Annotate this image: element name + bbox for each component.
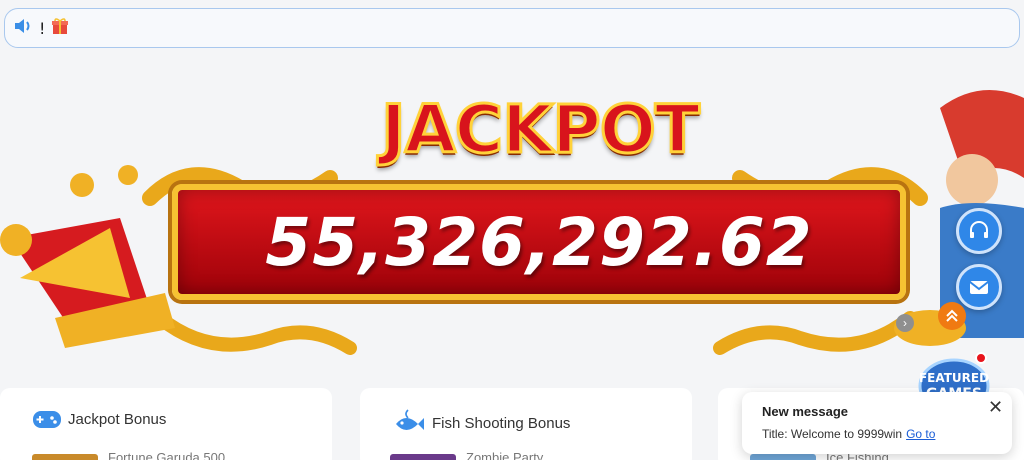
game-thumbnail[interactable] <box>390 454 456 460</box>
game-name: Zombie Party <box>466 450 544 460</box>
close-icon[interactable]: ✕ <box>988 397 1003 418</box>
scroll-top-button[interactable] <box>938 302 966 330</box>
fish-shooting-bonus-card[interactable]: Fish Shooting Bonus Zombie Party <box>360 388 692 460</box>
game-name: Fortune Garuda 500 <box>108 450 226 460</box>
toast-title: New message <box>762 404 848 419</box>
gamepad-icon <box>33 411 61 428</box>
jackpot-banner: JACKPOT 55,326,292.62 <box>0 48 1024 384</box>
fish-icon <box>396 409 424 430</box>
card-title: Jackpot Bonus <box>68 410 167 428</box>
speaker-icon <box>13 17 33 40</box>
message-button[interactable] <box>956 264 1002 310</box>
card-title: Fish Shooting Bonus <box>432 414 571 432</box>
double-chevron-up-icon <box>946 309 958 322</box>
gift-icon <box>51 17 69 40</box>
message-toast[interactable]: New message Title: Welcome to 9999win Go … <box>742 392 1012 454</box>
announcement-bar[interactable]: ! <box>4 8 1020 48</box>
toast-body: Title: Welcome to 9999win Go to <box>762 427 935 441</box>
announcement-text: ! <box>39 18 46 38</box>
banner-next-button[interactable]: › <box>896 314 914 332</box>
chevron-right-icon: › <box>903 316 907 330</box>
featured-label-line1: FEATURED <box>919 371 989 385</box>
game-thumbnail[interactable] <box>32 454 98 460</box>
jackpot-title: JACKPOT <box>380 89 702 169</box>
toast-body-text: Title: Welcome to 9999win <box>762 427 903 441</box>
notification-dot <box>975 352 987 364</box>
jackpot-bonus-card[interactable]: Jackpot Bonus Fortune Garuda 500 <box>0 388 332 460</box>
jackpot-amount: 55,326,292.62 <box>265 203 813 281</box>
headset-support-icon <box>970 221 988 238</box>
game-thumbnail[interactable] <box>750 454 816 460</box>
envelope-message-icon <box>969 281 989 294</box>
customer-support-button[interactable] <box>956 208 1002 254</box>
toast-go-to-link[interactable]: Go to <box>906 427 935 441</box>
